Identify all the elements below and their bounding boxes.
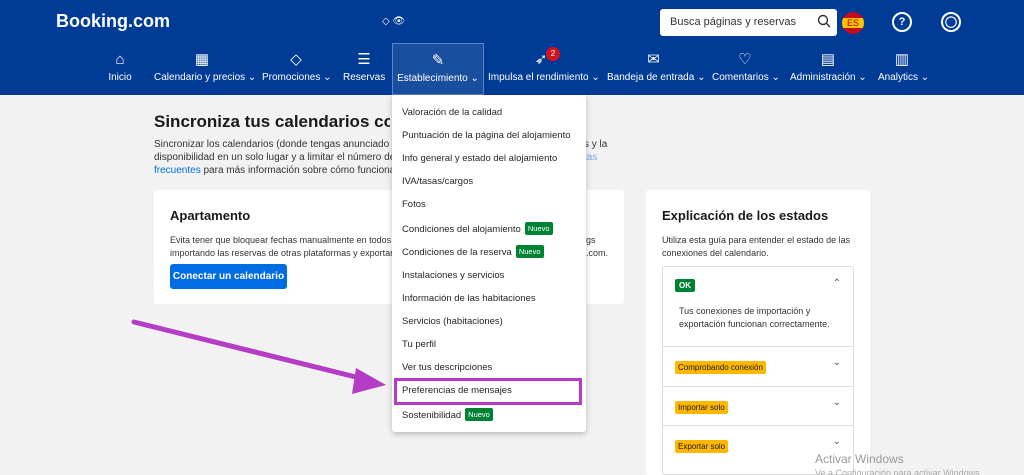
annotation-arrow-icon xyxy=(131,319,386,394)
windows-activation-watermark: Activar Windows xyxy=(815,452,904,466)
windows-activation-subtext: Ve a Configuración para activar Windows. xyxy=(815,468,983,475)
